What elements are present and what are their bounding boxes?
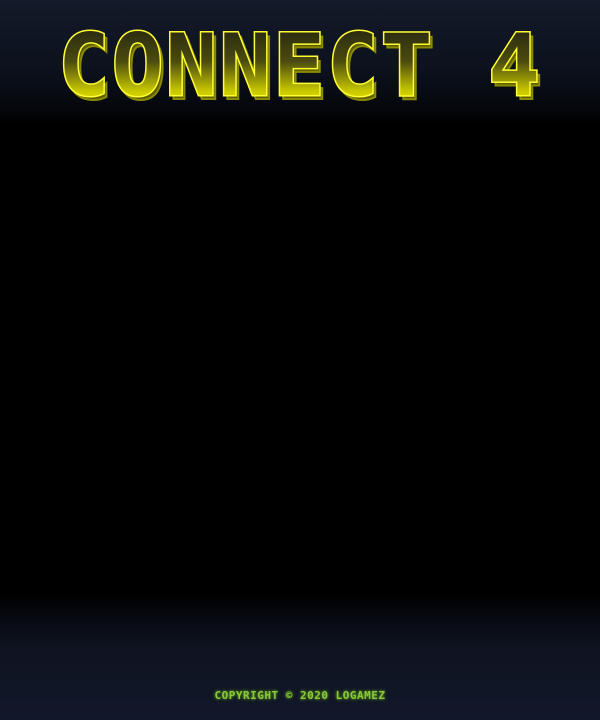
game-title-logo: CONNECT 4 CONNECT 4 <box>57 15 545 117</box>
copyright-text: COPYRIGHT © 2020 LOGAMEZ <box>214 689 386 702</box>
title-banner: CONNECT 4 CONNECT 4 <box>0 6 600 117</box>
game-board-area[interactable] <box>0 124 600 594</box>
game-title: CONNECT 4 <box>58 16 542 116</box>
game-screen: CONNECT 4 CONNECT 4 COPYRIGHT © 2020 LOG… <box>0 0 600 720</box>
